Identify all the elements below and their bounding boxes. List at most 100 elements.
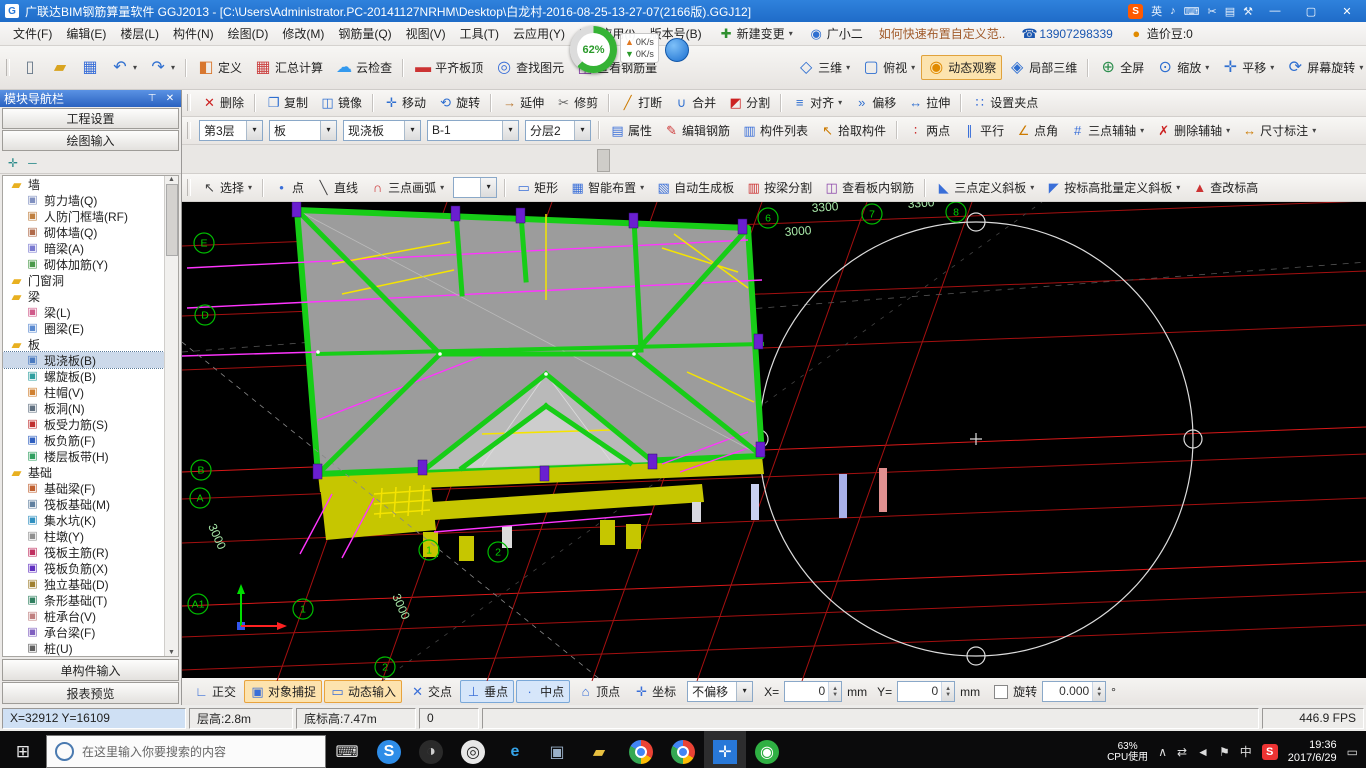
orbit-handles[interactable] <box>750 213 1202 665</box>
view-3d-button[interactable]: ◇三维▾ <box>791 55 856 80</box>
dimension-button[interactable]: ↔尺寸标注▾ <box>1236 118 1322 143</box>
point-angle-button[interactable]: ∠点角 <box>1010 118 1064 143</box>
dynamic-input-toggle[interactable]: ▭动态输入 <box>324 680 402 703</box>
slope-batch-button[interactable]: ◤按标高批量定义斜板▾ <box>1040 175 1186 200</box>
sogou-ime-icon[interactable]: S <box>1128 4 1143 19</box>
cost-bean-badge[interactable]: ●造价豆:0 <box>1129 25 1193 42</box>
toolbar-grip[interactable] <box>6 59 10 76</box>
rotate-angle-input[interactable]: 0.000 ▲▼ <box>1042 681 1106 702</box>
break-button[interactable]: ╱打断 <box>614 90 668 115</box>
tree-item[interactable]: ▣现浇板(B) <box>3 352 178 368</box>
auto-generate-slab-button[interactable]: ▧自动生成板 <box>650 175 740 200</box>
menu-item[interactable]: 钢筋量(Q) <box>331 22 398 45</box>
component-list-button[interactable]: ▥构件列表 <box>736 118 814 143</box>
tree-item[interactable]: ▣人防门框墙(RF) <box>3 208 178 224</box>
delete-aux-axis-button[interactable]: ✗删除辅轴▾ <box>1150 118 1236 143</box>
vertex-snap-toggle[interactable]: ⌂顶点 <box>572 680 626 703</box>
slope-3pt-button[interactable]: ◣三点定义斜板▾ <box>930 175 1040 200</box>
tree-item[interactable]: ▣板负筋(F) <box>3 432 178 448</box>
mic-icon[interactable]: ♪ <box>1170 5 1176 17</box>
align-button[interactable]: ≡对齐▾ <box>786 90 848 115</box>
summary-calc-button[interactable]: ▦汇总计算 <box>248 55 329 80</box>
element-name-select[interactable]: B-1▾ <box>427 120 519 141</box>
properties-button[interactable]: ▤属性 <box>604 118 658 143</box>
select-tool-button[interactable]: ↖选择▾ <box>196 175 258 200</box>
combo-arrow-icon[interactable]: ▾ <box>502 121 518 140</box>
menu-item[interactable]: 云应用(Y) <box>506 22 572 45</box>
single-component-input-button[interactable]: 单构件输入 <box>2 659 179 681</box>
floor-select[interactable]: 第3层▾ <box>199 120 263 141</box>
tree-item[interactable]: ▣筏板基础(M) <box>3 496 178 512</box>
merge-button[interactable]: ∪合并 <box>668 90 722 115</box>
tree-item[interactable]: ▣基础梁(F) <box>3 480 178 496</box>
edit-elevation-button[interactable]: ▲查改标高 <box>1186 175 1264 200</box>
offset-button[interactable]: »偏移 <box>848 90 902 115</box>
close-panel-icon[interactable]: ✕ <box>163 93 177 104</box>
taskbar-app-chrome-1[interactable] <box>620 731 662 768</box>
open-button[interactable]: ▰ <box>45 56 75 80</box>
rotate-checkbox[interactable] <box>994 685 1008 699</box>
tree-item[interactable]: ▣剪力墙(Q) <box>3 192 178 208</box>
taskbar-app-dark-circle[interactable]: ◑ <box>410 731 452 768</box>
find-element-button[interactable]: ◎查找图元 <box>489 55 570 80</box>
toolbar-grip[interactable] <box>187 179 191 196</box>
cpu-usage-widget[interactable]: 63% CPU使用 <box>1107 741 1148 763</box>
element-type-select[interactable]: 板▾ <box>269 120 337 141</box>
collapse-all-icon[interactable]: ─ <box>28 156 37 170</box>
clipboard-icon[interactable]: ▤ <box>1225 5 1235 18</box>
rect-tool-button[interactable]: ▭矩形 <box>510 175 564 200</box>
tree-item[interactable]: ▣板洞(N) <box>3 400 178 416</box>
tree-folder[interactable]: ▰墙 <box>3 176 178 192</box>
top-view-button[interactable]: ▢俯视▾ <box>856 55 921 80</box>
combo-arrow-icon[interactable]: ▾ <box>246 121 262 140</box>
set-grip-button[interactable]: ∷设置夹点 <box>966 90 1044 115</box>
menu-item[interactable]: 构件(N) <box>166 22 221 45</box>
maximize-button[interactable]: ▢ <box>1297 1 1325 21</box>
viewport[interactable]: EDBAA1121267833003300300030003000 <box>182 202 1366 678</box>
hidden-icons-chevron[interactable]: ∧ <box>1158 745 1167 759</box>
tree-item[interactable]: ▣桩承台(V) <box>3 608 178 624</box>
tree-item[interactable]: ▣楼层板带(H) <box>3 448 178 464</box>
intersection-snap-toggle[interactable]: ✕交点 <box>404 680 458 703</box>
tree-item[interactable]: ▣暗梁(A) <box>3 240 178 256</box>
zoom-button[interactable]: ⊙缩放▾ <box>1150 55 1215 80</box>
save-button[interactable]: ▦ <box>75 56 105 80</box>
copy-button[interactable]: ❐复制 <box>260 90 314 115</box>
menu-item[interactable]: 工具(T) <box>453 22 506 45</box>
rotate-button[interactable]: ⟲旋转 <box>432 90 486 115</box>
menu-item[interactable]: 楼层(L) <box>113 22 166 45</box>
spinner-arrows-icon[interactable]: ▲▼ <box>1092 682 1105 701</box>
tree-item[interactable]: ▣圈梁(E) <box>3 320 178 336</box>
toolbar-grip[interactable] <box>187 122 191 139</box>
expand-all-icon[interactable]: ✛ <box>8 156 18 170</box>
two-point-button[interactable]: ∶两点 <box>902 118 956 143</box>
parallel-button[interactable]: ∥平行 <box>956 118 1010 143</box>
view-slab-rebar-button[interactable]: ◫查看板内钢筋 <box>818 175 920 200</box>
arc-mode-select[interactable]: ▾ <box>453 177 497 198</box>
taskbar-clock[interactable]: 19:36 2017/6/29 <box>1288 739 1337 765</box>
tree-item[interactable]: ▣承台梁(F) <box>3 624 178 640</box>
define-button[interactable]: ◧定义 <box>191 55 248 80</box>
help-tip-link[interactable]: 如何快速布置自定义范.. <box>879 25 1006 42</box>
undo-button[interactable]: ↶▾ <box>105 56 143 80</box>
ime-language-indicator[interactable]: 英 <box>1151 3 1162 19</box>
pan-button[interactable]: ✛平移▾ <box>1215 55 1280 80</box>
delete-button[interactable]: ✕删除 <box>196 90 250 115</box>
tree-item[interactable]: ▣砌体墙(Q) <box>3 224 178 240</box>
download-progress-widget[interactable]: 62% ▲0K/s ▼0K/s <box>570 26 689 73</box>
pin-icon[interactable]: ⊤ <box>145 93 159 104</box>
flag-icon[interactable]: ⚑ <box>1219 745 1230 759</box>
menu-item[interactable]: 修改(M) <box>275 22 331 45</box>
edit-rebar-button[interactable]: ✎编辑钢筋 <box>658 118 736 143</box>
assistant-button[interactable]: ◉广小二 <box>809 25 863 42</box>
offset-mode-select[interactable]: 不偏移 ▾ <box>687 681 753 702</box>
report-preview-button[interactable]: 报表预览 <box>2 682 179 704</box>
taskbar-app-explorer[interactable]: ▰ <box>578 731 620 768</box>
drawing-input-button[interactable]: 绘图输入 <box>2 130 179 151</box>
menu-item[interactable]: 文件(F) <box>6 22 59 45</box>
tree-item[interactable]: ▣独立基础(D) <box>3 576 178 592</box>
pick-component-button[interactable]: ↖拾取构件 <box>814 118 892 143</box>
orbit-button[interactable]: ◉动态观察 <box>921 55 1002 80</box>
scroll-thumb[interactable] <box>166 184 178 256</box>
combo-arrow-icon[interactable]: ▾ <box>574 121 590 140</box>
